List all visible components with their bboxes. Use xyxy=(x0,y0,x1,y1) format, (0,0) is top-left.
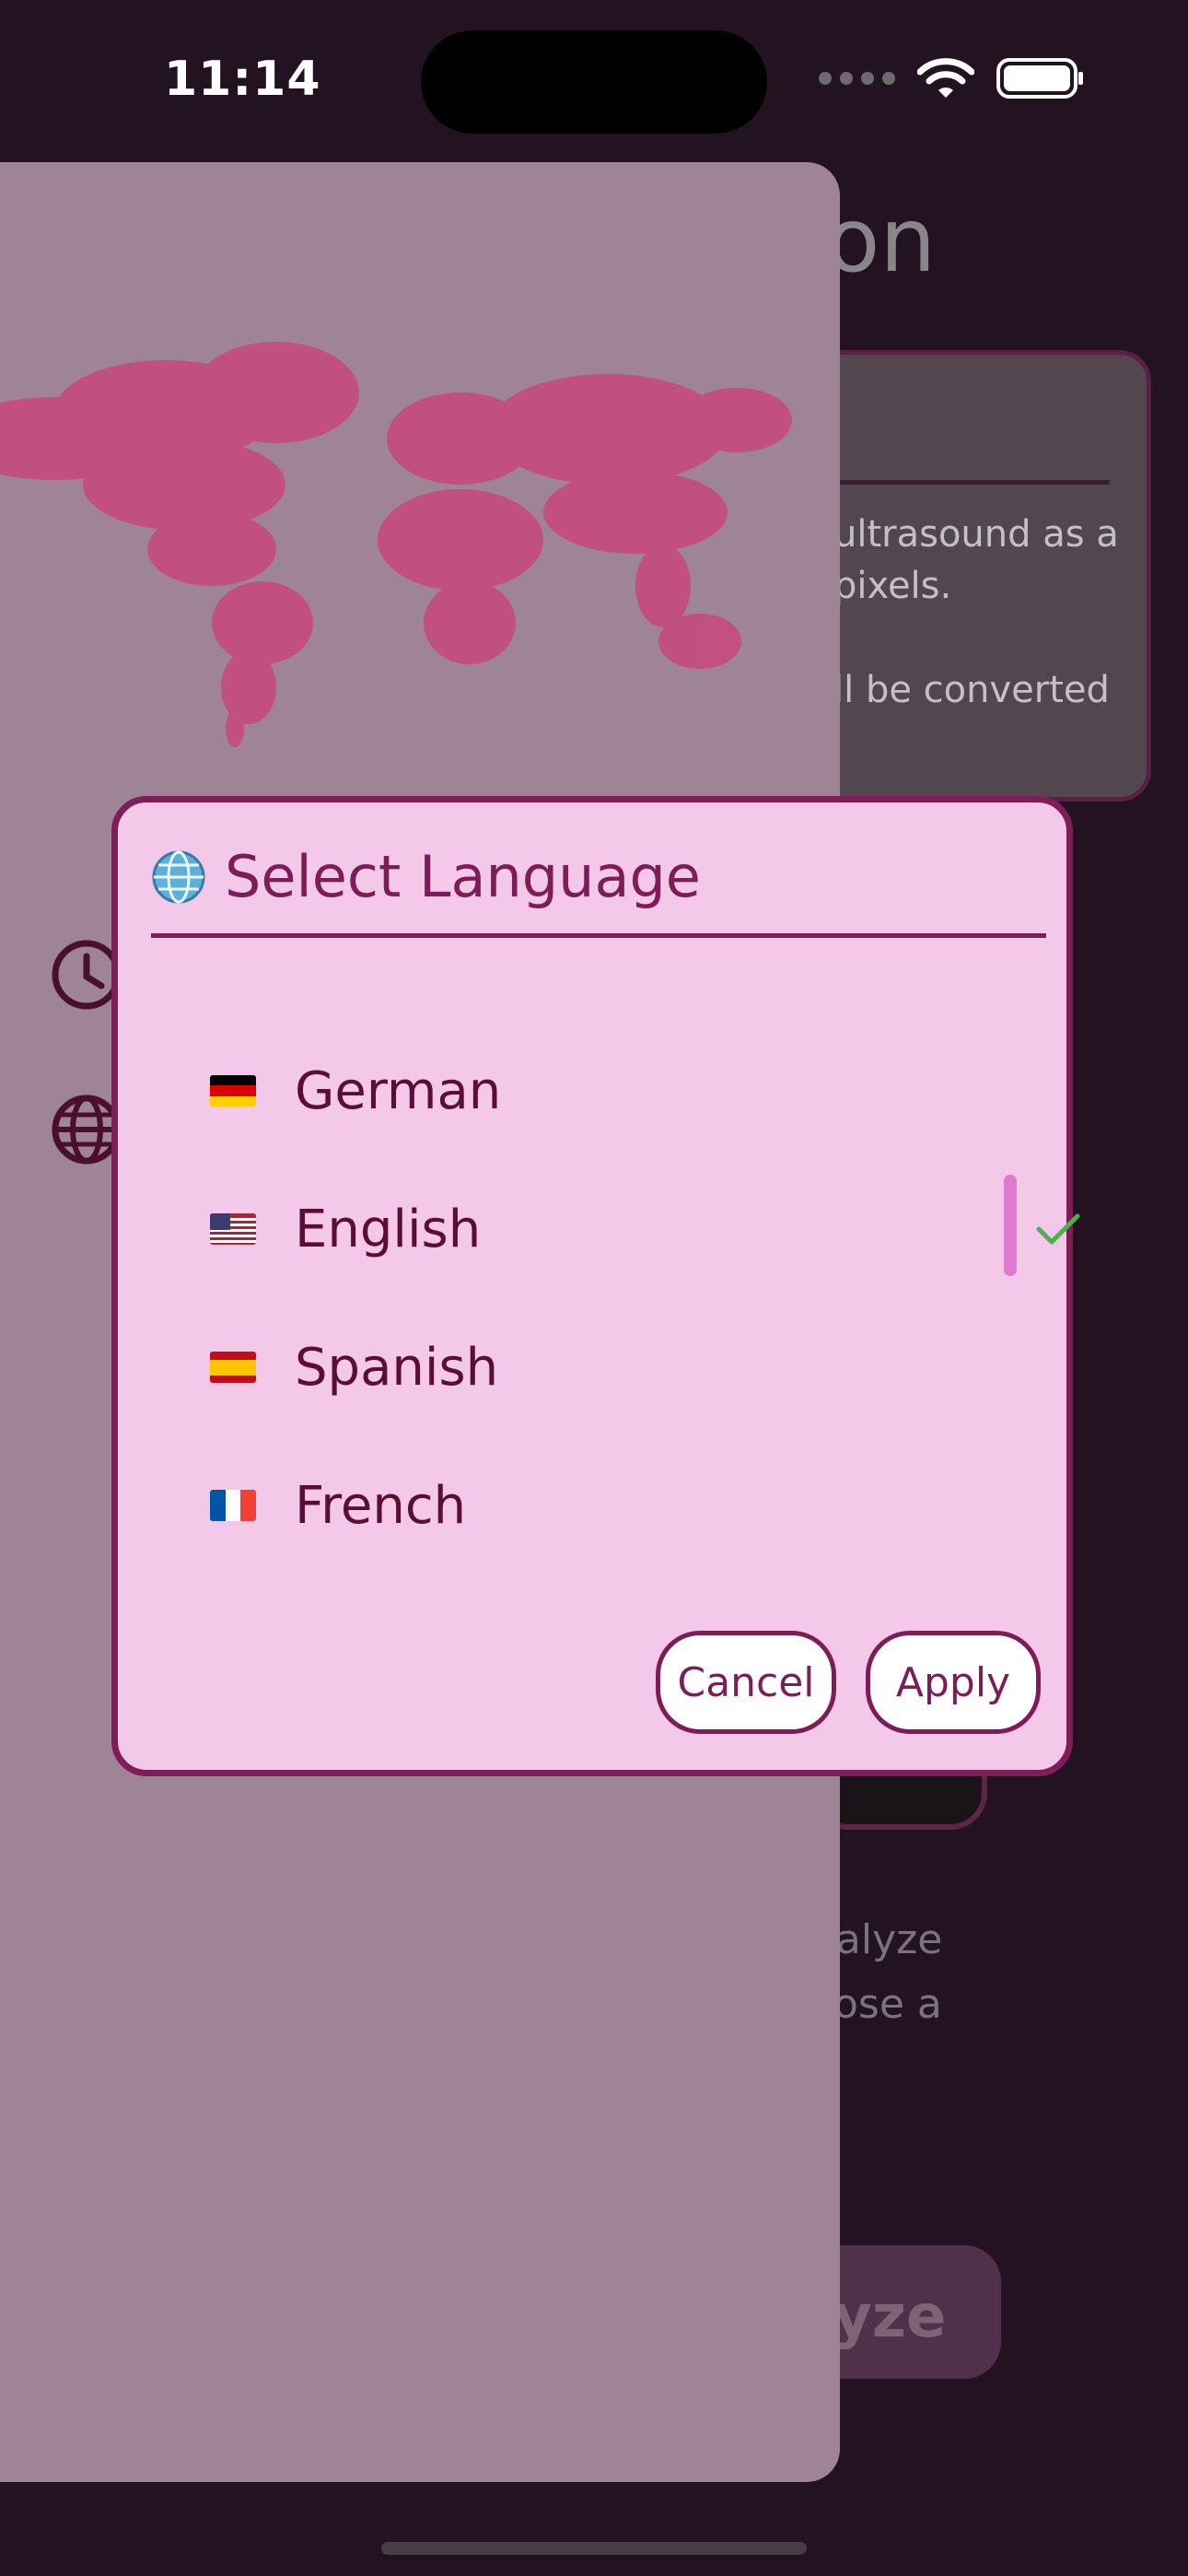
language-option-german[interactable]: German xyxy=(210,1040,1020,1142)
background-analyze-label: yze xyxy=(833,2283,947,2351)
status-icons xyxy=(819,57,1085,100)
dialog-divider xyxy=(151,933,1046,938)
battery-icon xyxy=(996,58,1083,99)
flag-germany-icon xyxy=(210,1075,256,1107)
dialog-header: Select Language xyxy=(151,843,701,910)
background-card-text: ultrasound as a xyxy=(833,513,1119,556)
globe-icon xyxy=(152,850,205,903)
language-dialog: Select Language German English Spanish F… xyxy=(111,796,1080,1776)
world-map-image xyxy=(0,342,792,747)
language-option-french[interactable]: French xyxy=(210,1455,1020,1556)
dialog-title: Select Language xyxy=(225,843,701,910)
home-indicator[interactable] xyxy=(381,2542,807,2555)
apply-button[interactable]: Apply xyxy=(866,1631,1041,1734)
language-label: French xyxy=(295,1475,467,1536)
background-text: ose a xyxy=(833,1981,942,2028)
cellular-icon xyxy=(819,72,895,85)
status-time: 11:14 xyxy=(164,52,321,107)
cancel-button[interactable]: Cancel xyxy=(656,1631,836,1734)
dynamic-island xyxy=(421,30,767,134)
language-label: English xyxy=(295,1199,482,1259)
language-option-english[interactable]: English xyxy=(210,1178,1080,1280)
background-card-text: ll be converted xyxy=(833,669,1110,711)
language-option-spanish[interactable]: Spanish xyxy=(210,1317,1020,1418)
language-label: German xyxy=(295,1060,502,1121)
flag-usa-icon xyxy=(210,1213,256,1245)
wifi-icon xyxy=(917,58,974,98)
flag-france-icon xyxy=(210,1490,256,1521)
background-card-text: pixels. xyxy=(833,565,952,607)
checkmark-icon xyxy=(1036,1213,1080,1245)
background-card-divider xyxy=(833,480,1110,485)
flag-spain-icon xyxy=(210,1352,256,1383)
scrollbar-thumb[interactable] xyxy=(1004,1175,1017,1276)
language-label: Spanish xyxy=(295,1337,499,1398)
